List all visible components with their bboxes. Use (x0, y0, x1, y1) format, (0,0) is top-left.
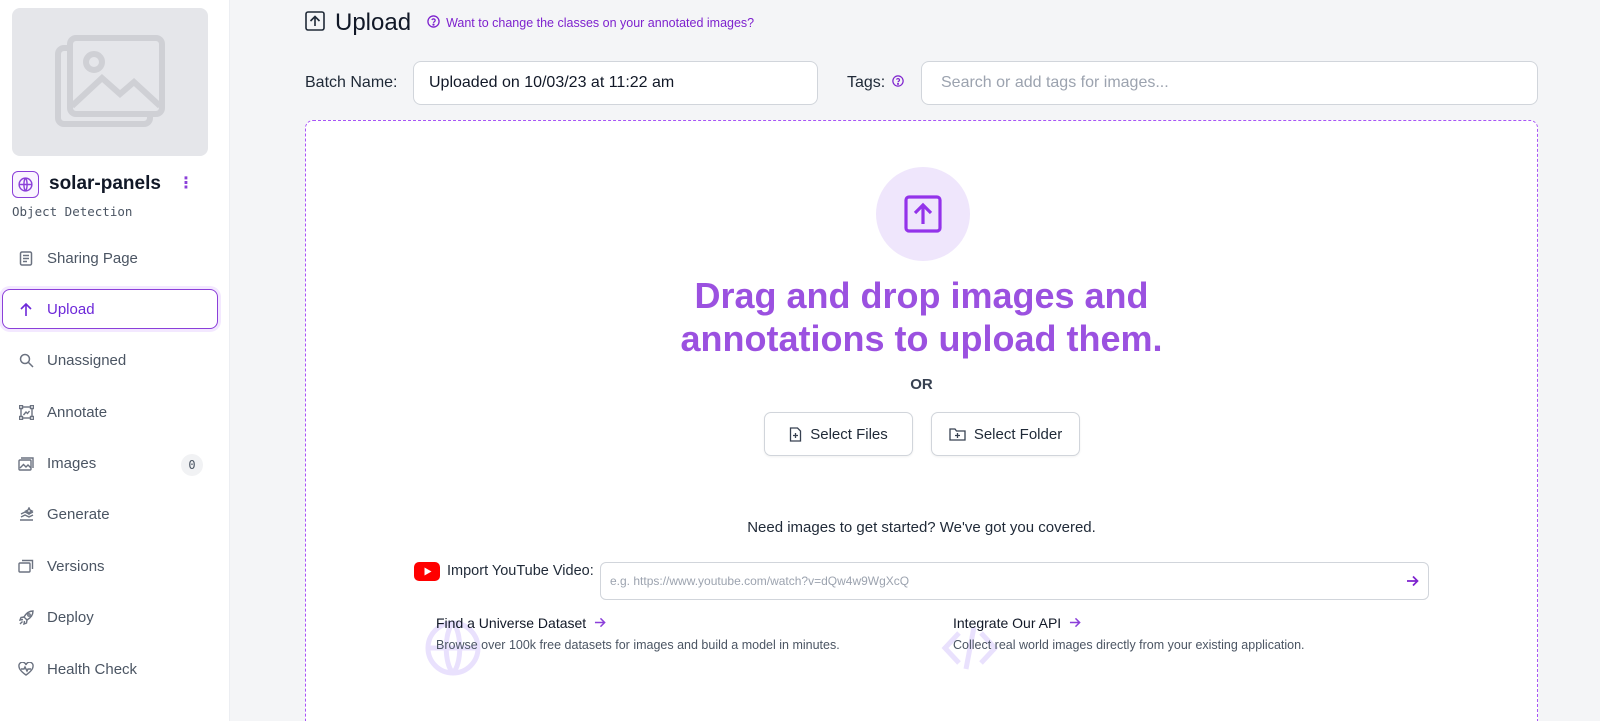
change-classes-link[interactable]: Want to change the classes on your annot… (427, 15, 754, 31)
sidebar-item-images[interactable]: Images 0 (2, 444, 218, 484)
select-files-label: Select Files (810, 425, 888, 443)
sidebar-item-label: Versions (47, 557, 105, 575)
sidebar-item-versions[interactable]: Versions (2, 546, 218, 586)
select-files-button[interactable]: Select Files (764, 412, 913, 456)
page-title: Upload (335, 9, 412, 36)
arrow-right-icon[interactable] (1403, 572, 1421, 590)
more-options-icon[interactable]: ⋮ (178, 176, 194, 192)
project-header: solar-panels ⋮ (12, 170, 208, 198)
tags-label: Tags: (847, 74, 904, 92)
heart-pulse-icon (18, 661, 34, 677)
sidebar-item-label: Health Check (47, 660, 138, 678)
universe-dataset-promo[interactable]: Find a Universe Dataset Browse over 100k… (425, 615, 840, 676)
youtube-icon (414, 561, 440, 581)
sidebar-item-label: Images (47, 455, 97, 473)
upload-box-icon (305, 10, 325, 36)
help-circle-icon (427, 15, 440, 31)
images-count-badge: 0 (181, 453, 203, 476)
change-classes-text: Want to change the classes on your annot… (446, 16, 755, 30)
arrow-up-icon (18, 301, 34, 317)
need-images-text: Need images to get started? We've got yo… (747, 519, 1096, 536)
annotate-icon (18, 404, 34, 420)
image-placeholder-icon (55, 35, 165, 127)
drag-drop-line-2: annotations to upload them. (680, 318, 1163, 359)
folder-plus-icon (949, 428, 966, 441)
sidebar-item-unassigned[interactable]: Unassigned (2, 341, 218, 381)
sidebar-item-deploy[interactable]: Deploy (2, 598, 218, 638)
tags-input[interactable] (921, 61, 1538, 105)
upload-icon (904, 195, 942, 233)
sidebar-item-label: Unassigned (47, 352, 127, 370)
images-icon (18, 456, 34, 472)
sidebar-item-generate[interactable]: Generate (2, 495, 218, 535)
upload-circle (876, 167, 970, 261)
project-thumbnail[interactable] (12, 8, 208, 156)
page-header: Upload Want to change the classes on you… (305, 8, 754, 38)
arrow-right-icon (1069, 615, 1081, 631)
select-folder-label: Select Folder (973, 425, 1063, 443)
tags-label-text: Tags: (847, 74, 886, 91)
sidebar-item-sharing-page[interactable]: Sharing Page (2, 238, 218, 278)
sidebar-item-label: Annotate (47, 403, 108, 421)
arrow-right-icon (594, 615, 606, 631)
universe-dataset-title[interactable]: Find a Universe Dataset (436, 615, 840, 631)
rocket-icon (18, 610, 34, 626)
generate-icon (18, 507, 34, 523)
universe-dataset-description: Browse over 100k free datasets for image… (436, 638, 840, 652)
drop-zone[interactable]: Drag and drop images and annotations to … (305, 120, 1538, 721)
integrate-api-description: Collect real world images directly from … (953, 638, 1305, 652)
sidebar-item-upload[interactable]: Upload (2, 289, 218, 330)
batch-name-label: Batch Name: (305, 74, 398, 91)
batch-name-input[interactable] (413, 61, 818, 105)
sidebar-item-annotate[interactable]: Annotate (2, 392, 218, 432)
integrate-api-title-text: Integrate Our API (953, 615, 1062, 631)
versions-icon (18, 558, 34, 574)
book-icon (18, 250, 34, 266)
integrate-api-promo[interactable]: Integrate Our API Collect real world ima… (941, 615, 1305, 670)
drag-drop-line-1: Drag and drop images and (694, 275, 1149, 316)
youtube-import-label: Import YouTube Video: (447, 563, 594, 579)
sidebar-item-label: Upload (47, 300, 95, 318)
youtube-url-input[interactable] (600, 562, 1429, 600)
integrate-api-title[interactable]: Integrate Our API (953, 615, 1305, 631)
or-divider: OR (910, 376, 933, 393)
help-circle-icon[interactable] (892, 74, 904, 92)
select-folder-button[interactable]: Select Folder (931, 412, 1080, 456)
sidebar: solar-panels ⋮ Object Detection Sharing … (0, 0, 230, 721)
sidebar-item-label: Deploy (47, 609, 94, 627)
sidebar-nav: Sharing Page Upload Unassigned Annotate … (2, 238, 218, 701)
project-type: Object Detection (12, 204, 133, 219)
sidebar-item-health-check[interactable]: Health Check (2, 649, 218, 689)
search-icon (18, 353, 34, 369)
file-plus-icon (790, 426, 802, 442)
drag-drop-headline: Drag and drop images and annotations to … (306, 274, 1537, 360)
sidebar-item-label: Sharing Page (47, 249, 138, 267)
globe-icon (12, 170, 39, 198)
sidebar-item-label: Generate (47, 506, 110, 524)
project-name: solar-panels (49, 173, 161, 194)
universe-dataset-title-text: Find a Universe Dataset (436, 615, 587, 631)
youtube-import-row: Import YouTube Video: (414, 561, 594, 581)
